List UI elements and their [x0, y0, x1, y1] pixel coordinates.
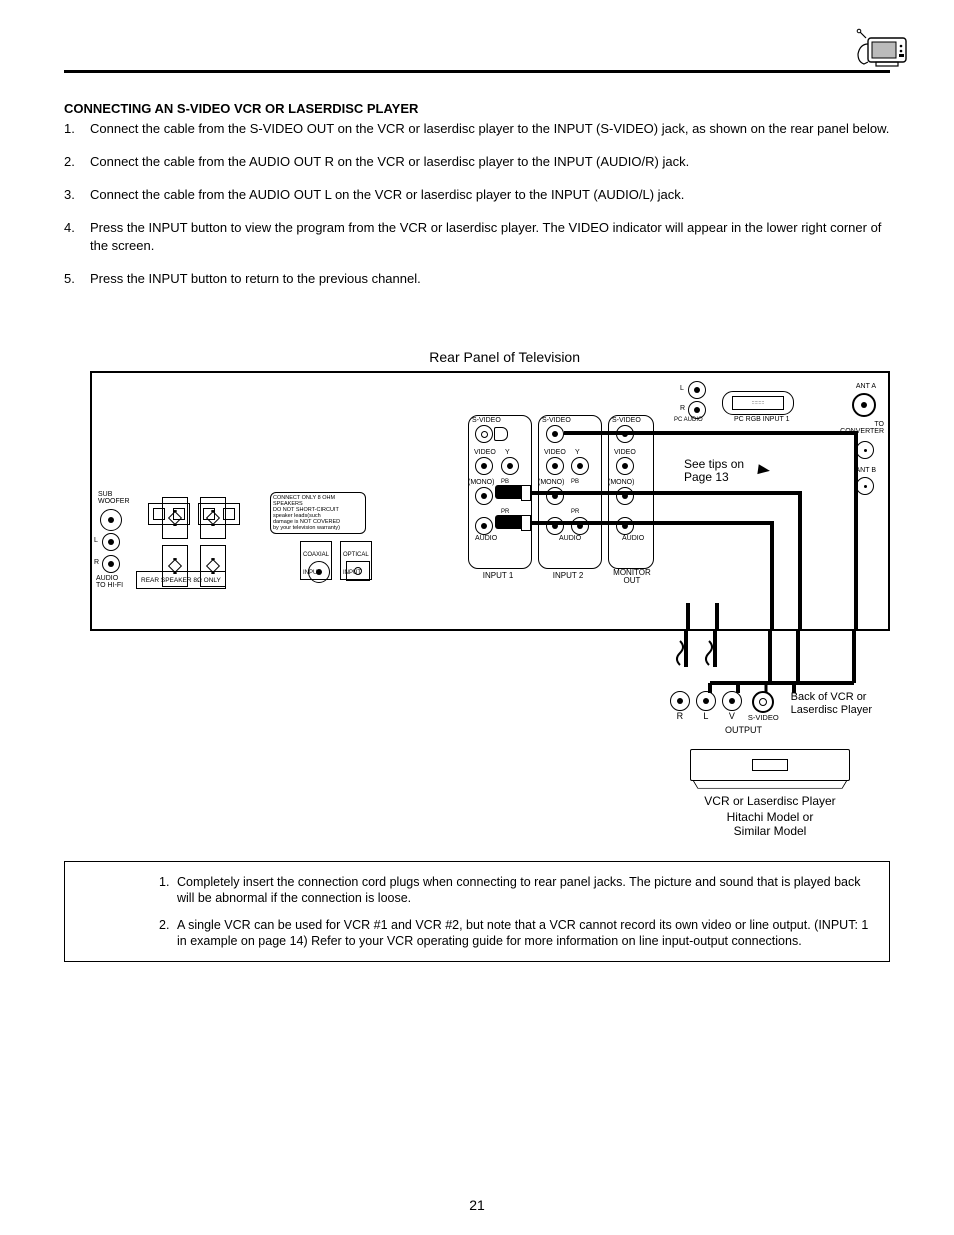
instruction-list: 1.Connect the cable from the S-VIDEO OUT…: [64, 120, 890, 289]
rear-panel-diagram: ANT A TO CONVERTER ANT B ::::::::: PC RG…: [90, 371, 890, 631]
horizontal-rule: [64, 70, 890, 73]
label-v: V: [729, 711, 735, 721]
step-number: 4.: [64, 219, 90, 257]
step-row: 3.Connect the cable from the AUDIO OUT L…: [64, 186, 890, 205]
label-output: OUTPUT: [725, 725, 762, 735]
step-row: 5.Press the INPUT button to return to th…: [64, 270, 890, 289]
label-svideo: S-VIDEO: [748, 713, 779, 722]
page-number: 21: [0, 1197, 954, 1213]
step-text: Connect the cable from the S-VIDEO OUT o…: [90, 120, 890, 139]
vcr-illustration: VCR or Laserdisc Player Hitachi Model or…: [690, 749, 850, 838]
step-row: 4.Press the INPUT button to view the pro…: [64, 219, 890, 257]
note-number: 1.: [159, 874, 177, 907]
step-number: 5.: [64, 270, 90, 289]
step-number: 1.: [64, 120, 90, 139]
notes-box: 1.Completely insert the connection cord …: [64, 861, 890, 962]
note-item: 1.Completely insert the connection cord …: [159, 874, 873, 907]
step-number: 3.: [64, 186, 90, 205]
step-text: Connect the cable from the AUDIO OUT L o…: [90, 186, 890, 205]
step-row: 2.Connect the cable from the AUDIO OUT R…: [64, 153, 890, 172]
label-l: L: [703, 711, 708, 721]
step-number: 2.: [64, 153, 90, 172]
vcr-caption-2: Hitachi Model or Similar Model: [690, 810, 850, 838]
step-text: Connect the cable from the AUDIO OUT R o…: [90, 153, 890, 172]
note-number: 2.: [159, 917, 177, 950]
note-item: 2.A single VCR can be used for VCR #1 an…: [159, 917, 873, 950]
note-text: A single VCR can be used for VCR #1 and …: [177, 917, 873, 950]
vcr-back-jacks: R L V S-VIDEO Back of VCR or Laserdisc P…: [670, 691, 872, 722]
cable-lines: [92, 373, 888, 629]
below-diagram-area: R L V S-VIDEO Back of VCR or Laserdisc P…: [90, 631, 890, 831]
note-text: Completely insert the connection cord pl…: [177, 874, 873, 907]
vcr-caption: VCR or Laserdisc Player: [690, 794, 850, 808]
back-vcr-label: Back of VCR or Laserdisc Player: [791, 691, 872, 717]
step-text: Press the INPUT button to return to the …: [90, 270, 890, 289]
step-text: Press the INPUT button to view the progr…: [90, 219, 890, 257]
tv-icon: [854, 28, 910, 74]
label-r: R: [677, 711, 684, 721]
section-heading: CONNECTING AN S-VIDEO VCR OR LASERDISC P…: [64, 101, 890, 116]
step-row: 1.Connect the cable from the S-VIDEO OUT…: [64, 120, 890, 139]
diagram-title: Rear Panel of Television: [64, 349, 890, 365]
